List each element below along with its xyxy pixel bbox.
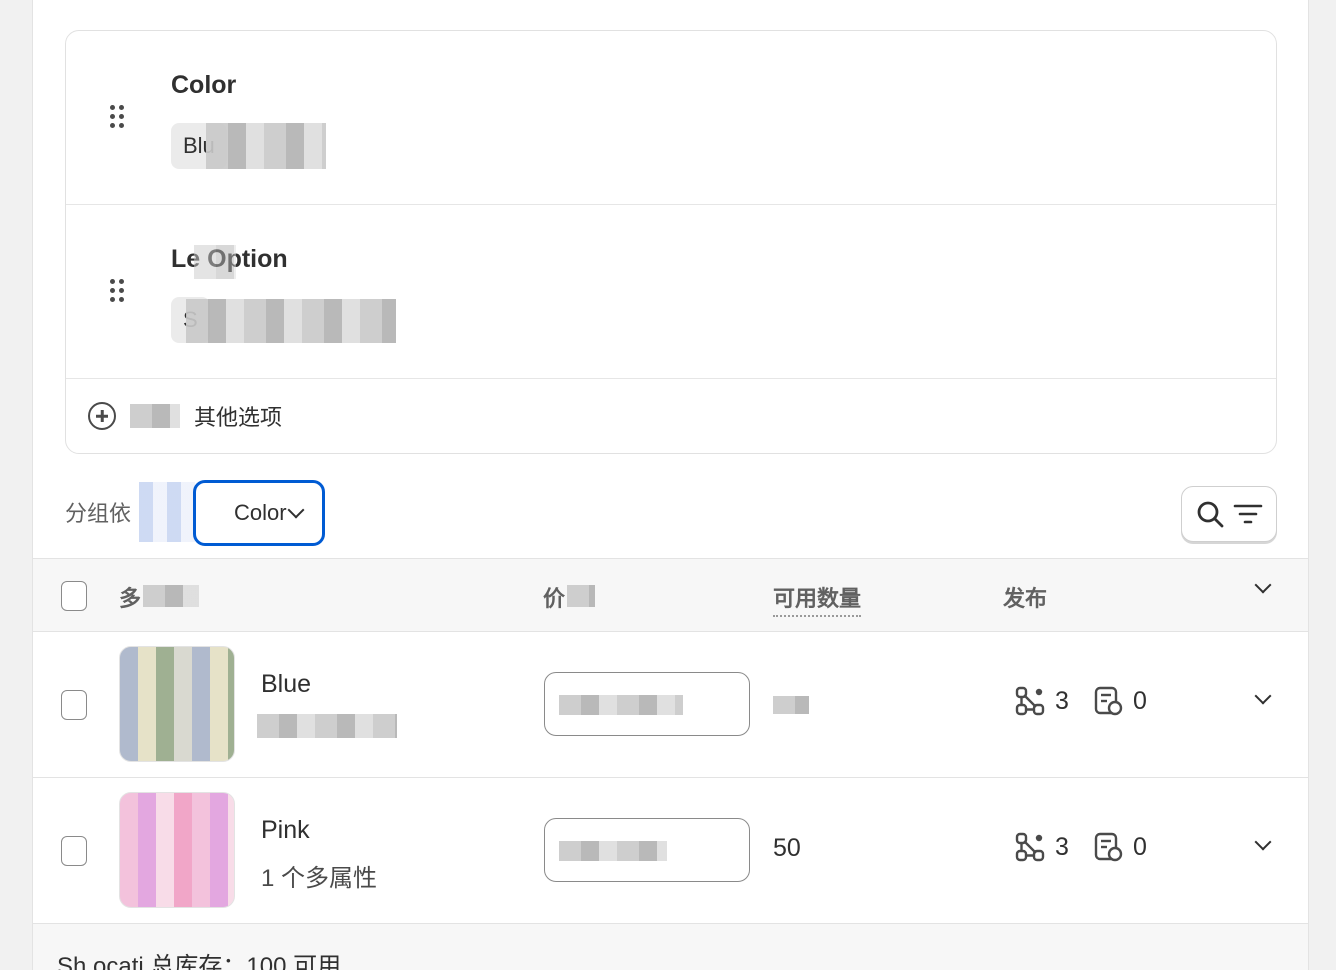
header-variant: 多 [119, 586, 142, 611]
chevron-down-icon[interactable] [1254, 833, 1272, 851]
catalog-icon [1094, 832, 1123, 862]
catalog-icon [1094, 686, 1123, 716]
variants-card: Color Blu Le Option S 其他选项 分组依 Color [32, 0, 1309, 970]
inventory-footer: Sh ocati 总库存：100 可用 [33, 924, 1308, 970]
filter-lines-icon [1233, 504, 1263, 524]
add-option-button[interactable]: 其他选项 [88, 401, 282, 431]
redacted-price [559, 841, 667, 861]
option-row-second[interactable]: Le Option S [66, 205, 1276, 379]
variant-subtitle: 1 个多属性 [261, 865, 378, 892]
redacted-header [143, 585, 199, 607]
variant-name: Blue [261, 670, 312, 698]
redacted-header [567, 585, 595, 607]
group-by: 分组依 [65, 496, 131, 528]
channels-value: 3 [1055, 832, 1069, 861]
chevron-down-icon [287, 501, 305, 519]
available-qty[interactable]: 50 [773, 834, 801, 863]
variant-thumbnail[interactable] [119, 646, 235, 762]
header-publish: 发布 [1003, 586, 1048, 611]
price-input[interactable] [544, 818, 750, 882]
header-available[interactable]: 可用数量 [773, 581, 862, 617]
catalogs-value: 0 [1133, 832, 1147, 861]
search-filter-button[interactable] [1181, 486, 1277, 542]
redacted-values [206, 123, 326, 169]
table-row[interactable]: Pink 1 个多属性 50 3 0 [33, 778, 1308, 924]
redacted-subtitle [257, 714, 397, 738]
row-checkbox[interactable] [61, 690, 87, 720]
redacted-name-part [194, 245, 236, 279]
channels-count[interactable]: 3 [1015, 686, 1069, 716]
channels-value: 3 [1055, 686, 1069, 715]
catalogs-count[interactable]: 0 [1093, 832, 1147, 862]
group-by-label: 分组依 [65, 501, 132, 526]
chevron-down-icon[interactable] [1254, 687, 1272, 705]
drag-handle-icon[interactable] [110, 105, 126, 131]
add-option-label: 其他选项 [194, 405, 283, 430]
redacted-qty [773, 696, 809, 714]
catalogs-count[interactable]: 0 [1093, 686, 1147, 716]
redacted-values [186, 299, 396, 343]
header-price: 价 [543, 586, 566, 611]
chevron-down-icon[interactable] [1254, 576, 1272, 594]
group-by-select[interactable]: Color [193, 480, 325, 546]
plus-circle-icon [88, 402, 116, 430]
row-checkbox[interactable] [61, 836, 87, 866]
channels-count[interactable]: 3 [1015, 832, 1069, 862]
options-panel: Color Blu Le Option S 其他选项 [65, 30, 1277, 454]
price-input[interactable] [544, 672, 750, 736]
total-inventory-text: Sh ocati 总库存：100 可用 [57, 953, 342, 970]
drag-handle-icon[interactable] [110, 279, 126, 305]
option-row-color[interactable]: Color Blu [66, 31, 1276, 205]
redacted-text [130, 404, 180, 428]
channels-icon [1015, 832, 1045, 862]
table-header: 多 价 可用数量 发布 [33, 558, 1308, 632]
channels-icon [1015, 686, 1045, 716]
catalogs-value: 0 [1133, 686, 1147, 715]
variant-thumbnail[interactable] [119, 792, 235, 908]
redacted-select-part [139, 482, 195, 542]
variant-name: Pink [261, 816, 310, 844]
redacted-price [559, 695, 683, 715]
select-all-checkbox[interactable] [61, 581, 87, 611]
search-icon [1197, 501, 1224, 528]
group-by-value: Color [234, 500, 287, 525]
option-name: Color [171, 71, 237, 99]
table-row[interactable]: Blue 3 0 [33, 632, 1308, 778]
